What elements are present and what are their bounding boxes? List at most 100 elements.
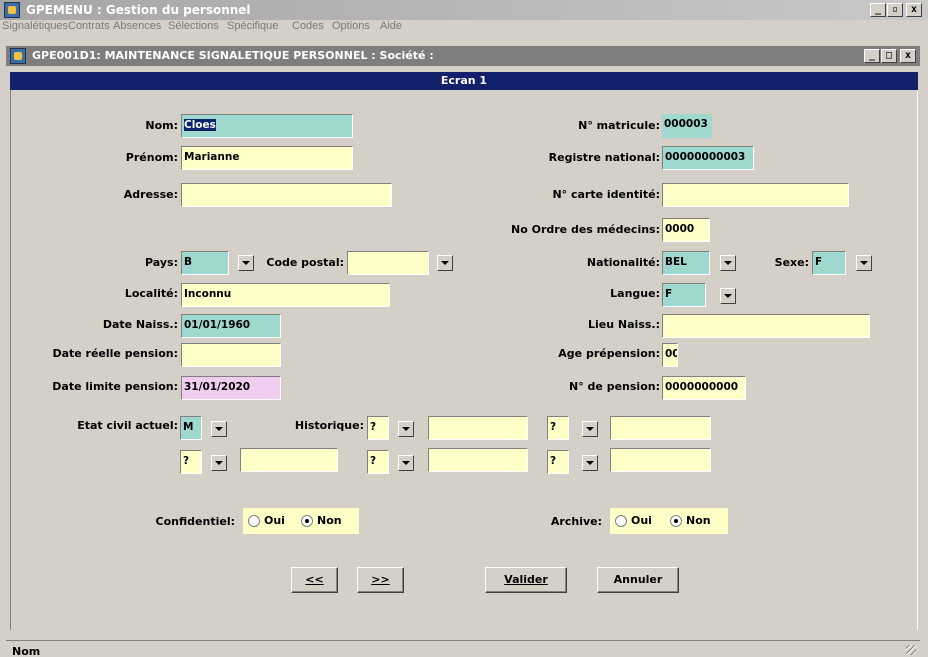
historique-1-date-field[interactable] (428, 416, 528, 440)
screen-title: Ecran 1 (10, 72, 918, 90)
archive-oui-radio[interactable] (615, 515, 627, 527)
menu-aide[interactable]: Aide (380, 20, 402, 32)
num-pension-label: N° de pension: (569, 380, 660, 393)
menu-codes[interactable]: Codes (292, 20, 324, 32)
valider-button[interactable]: Valider (485, 567, 567, 593)
historique-2-date-field[interactable] (610, 416, 711, 440)
historique-2-dropdown-button[interactable] (582, 421, 598, 437)
matricule-label: N° matricule: (578, 119, 660, 132)
annuler-button[interactable]: Annuler (597, 567, 679, 593)
status-text: Nom (12, 645, 41, 657)
previous-button[interactable]: << (291, 567, 338, 593)
menu-absences[interactable]: Absences (113, 20, 161, 32)
sexe-field[interactable]: F (812, 251, 846, 275)
localite-field[interactable]: Inconnu (181, 283, 390, 307)
sexe-dropdown-button[interactable] (856, 255, 872, 271)
etat-civil-label: Etat civil actuel: (77, 419, 178, 432)
historique-3-code-field[interactable]: ? (367, 450, 389, 474)
menu-bar: Signalétiques Contrats Absences Sélectio… (0, 20, 928, 34)
pays-dropdown-button[interactable] (238, 255, 254, 271)
registre-field[interactable]: 00000000003 (662, 146, 754, 170)
adresse-label: Adresse: (123, 188, 178, 201)
date-reelle-pension-label: Date réelle pension: (52, 347, 178, 360)
ordre-medecins-field[interactable]: 0000 (662, 218, 710, 242)
confidentiel-non-label: Non (317, 514, 342, 527)
num-pension-field[interactable]: 0000000000 (662, 376, 746, 400)
historique-label: Historique: (294, 419, 364, 432)
historique-date-field-4[interactable] (240, 448, 338, 472)
historique-2-code-field[interactable]: ? (547, 416, 569, 440)
adresse-field[interactable] (181, 183, 392, 207)
etat-civil-2-field[interactable]: ? (180, 450, 202, 474)
menu-selections[interactable]: Sélections (168, 20, 219, 32)
archive-oui-label: Oui (631, 514, 652, 527)
carte-identite-field[interactable] (662, 183, 849, 207)
nom-label: Nom: (145, 119, 178, 132)
nom-field[interactable]: Cloes (181, 114, 353, 138)
menu-specifique[interactable]: Spécifique (227, 20, 278, 32)
child-title-bar[interactable]: GPE001D1: MAINTENANCE SIGNALETIQUE PERSO… (6, 46, 920, 66)
archive-label: Archive: (550, 515, 602, 528)
status-bar: Nom (6, 640, 920, 657)
confidentiel-non-radio[interactable] (301, 515, 313, 527)
date-reelle-pension-field[interactable] (181, 343, 281, 367)
child-icon (10, 48, 26, 64)
nationalite-dropdown-button[interactable] (720, 255, 736, 271)
resize-grip[interactable] (906, 645, 916, 655)
langue-label: Langue: (610, 287, 660, 300)
historique-5-date-field[interactable] (610, 448, 711, 472)
archive-non-radio[interactable] (670, 515, 682, 527)
child-title: GPE001D1: MAINTENANCE SIGNALETIQUE PERSO… (32, 49, 434, 62)
code-postal-label: Code postal: (266, 256, 344, 269)
close-button[interactable]: x (906, 3, 922, 17)
menu-signaletiques[interactable]: Signalétiques (2, 20, 68, 32)
pays-label: Pays: (145, 256, 178, 269)
historique-3-date-field[interactable] (428, 448, 528, 472)
registre-label: Registre national: (548, 151, 660, 164)
child-close-button[interactable]: x (900, 49, 916, 63)
langue-dropdown-button[interactable] (720, 288, 736, 304)
etat-civil-field[interactable]: M (180, 416, 202, 440)
ordre-medecins-label: No Ordre des médecins: (511, 223, 660, 236)
date-naiss-label: Date Naiss.: (102, 318, 178, 331)
confidentiel-oui-label: Oui (264, 514, 285, 527)
app-icon (4, 2, 20, 18)
lieu-naiss-label: Lieu Naiss.: (588, 318, 660, 331)
menu-contrats[interactable]: Contrats (68, 20, 110, 32)
localite-label: Localité: (124, 287, 178, 300)
historique-4-code-field[interactable]: ? (547, 450, 569, 474)
historique-4-dropdown-button[interactable] (582, 455, 598, 471)
next-button[interactable]: >> (357, 567, 404, 593)
etat-civil-dropdown-button[interactable] (211, 421, 227, 437)
date-limite-pension-label: Date limite pension: (52, 380, 178, 393)
child-restore-button[interactable]: □ (881, 49, 897, 63)
code-postal-field[interactable] (347, 251, 429, 275)
historique-3-dropdown-button[interactable] (398, 455, 414, 471)
menu-options[interactable]: Options (332, 20, 370, 32)
app-title: GPEMENU : Gestion du personnel (26, 3, 251, 17)
archive-radio-group: Oui Non (610, 508, 728, 534)
sexe-label: Sexe: (774, 256, 809, 269)
minimize-button[interactable]: _ (870, 3, 886, 17)
langue-field[interactable]: F (662, 283, 706, 307)
restore-button[interactable]: ▫ (887, 3, 903, 17)
lieu-naiss-field[interactable] (662, 314, 870, 338)
pays-field[interactable]: B (181, 251, 229, 275)
nationalite-field[interactable]: BEL (662, 251, 710, 275)
historique-1-dropdown-button[interactable] (398, 421, 414, 437)
confidentiel-oui-radio[interactable] (248, 515, 260, 527)
date-naiss-field[interactable]: 01/01/1960 (181, 314, 281, 338)
app-title-bar[interactable]: GPEMENU : Gestion du personnel _ ▫ x (0, 0, 928, 20)
code-postal-dropdown-button[interactable] (437, 255, 453, 271)
matricule-field: 000003 (662, 114, 712, 138)
age-prepension-label: Age prépension: (558, 347, 660, 360)
archive-non-label: Non (686, 514, 711, 527)
etat-civil-2-dropdown-button[interactable] (211, 455, 227, 471)
prenom-field[interactable]: Marianne (181, 146, 353, 170)
child-minimize-button[interactable]: _ (864, 49, 880, 63)
confidentiel-radio-group: Oui Non (243, 508, 359, 534)
historique-1-code-field[interactable]: ? (367, 416, 389, 440)
age-prepension-field[interactable]: 00 (662, 343, 678, 367)
confidentiel-label: Confidentiel: (155, 515, 235, 528)
date-limite-pension-field[interactable]: 31/01/2020 (181, 376, 281, 400)
